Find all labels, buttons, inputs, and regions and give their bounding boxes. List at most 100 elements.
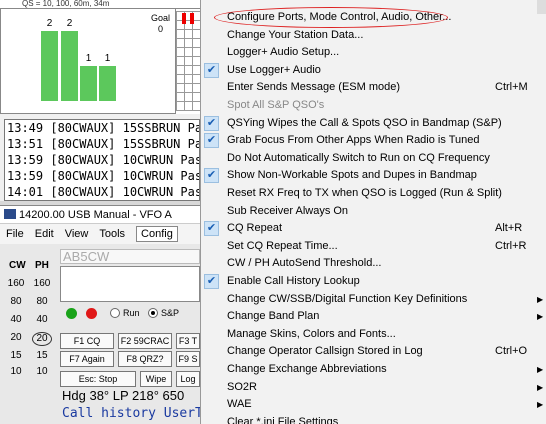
message-log: 13:49 [80CWAUX] 15SSBRUN Pa 13:51 [80CWAU… [4,119,200,201]
goal-label: Goal 0 [151,13,171,34]
cw-column-header: CW [9,260,26,271]
band-button-cw[interactable]: 15 [6,350,26,361]
band-button-cw[interactable]: 160 [6,278,26,289]
menu-item-label: Manage Skins, Colors and Fonts... [227,328,396,340]
score-bar-label: 2 [46,18,53,29]
menu-item-label: Spot All S&P QSO's [227,99,325,111]
log-line: 13:59 [80CWAUX] 10CWRUN Pas [7,153,200,167]
run-radio[interactable] [110,308,120,318]
menu-item[interactable]: Change Operator Callsign Stored in Log Ct… [201,343,546,360]
vfo-menu-tools[interactable]: Tools [99,228,125,240]
band-button-cw[interactable]: 40 [6,314,26,325]
menu-item[interactable]: Change CW/SSB/Digital Function Key Defin… [201,291,546,308]
vfo-menu-view[interactable]: View [65,228,89,240]
menu-item[interactable]: Change Your Station Data... [201,27,546,44]
menu-item-label: QSYing Wipes the Call & Spots QSO in Ban… [227,117,502,129]
menu-item[interactable]: Spot All S&P QSO's [201,97,546,114]
menu-item[interactable]: ✔ CQ Repeat Alt+R [201,220,546,237]
vfo-titlebar[interactable]: 14200.00 USB Manual - VFO A [0,206,200,224]
menu-item[interactable]: Change Band Plan ▶ [201,308,546,325]
score-bar-label: 2 [66,18,73,29]
function-key-button[interactable]: Esc: Stop [60,371,136,387]
heading-readout: Hdg 38° LP 218° 650 [62,388,185,403]
band-button-ph[interactable]: 20 [32,332,52,346]
submenu-arrow-icon: ▶ [537,400,544,409]
menu-item[interactable]: ✔ Use Logger+ Audio [201,62,546,79]
menu-scroll-arrow[interactable] [537,0,546,14]
menu-item-label: Change CW/SSB/Digital Function Key Defin… [227,293,468,305]
menu-item[interactable]: Logger+ Audio Setup... [201,44,546,61]
score-bar [41,31,58,101]
menu-item[interactable]: ✔ QSYing Wipes the Call & Spots QSO in Ba… [201,115,546,132]
function-key-button[interactable]: F3 T [176,333,200,349]
band-button-cw[interactable]: 10 [6,366,26,377]
band-button-ph[interactable]: 15 [32,350,52,361]
menu-item-label: SO2R [227,381,257,393]
band-button-ph[interactable]: 10 [32,366,52,377]
menu-item-label: Enable Call History Lookup [227,275,360,287]
function-key-button[interactable]: F1 CQ [60,333,114,349]
menu-item-label: Do Not Automatically Switch to Run on CQ… [227,152,490,164]
score-bar-label: 1 [85,53,92,64]
menu-item[interactable]: ✔ Grab Focus From Other Apps When Radio i… [201,132,546,149]
vfo-window: 14200.00 USB Manual - VFO A File Edit View… [0,205,211,424]
menu-item[interactable]: ✔ Show Non-Workable Spots and Dupes in Ba… [201,167,546,184]
ph-column-header: PH [35,260,49,271]
menu-item-label: Clear *.ini File Settings [227,416,339,424]
app-icon [4,209,16,219]
menu-item[interactable]: Set CQ Repeat Time... Ctrl+R [201,238,546,255]
menu-item[interactable]: Change Exchange Abbreviations ▶ [201,361,546,378]
status-led-green [66,308,77,319]
sp-radio[interactable] [148,308,158,318]
function-key-button[interactable]: Log [176,371,200,387]
vfo-menubar: File Edit View Tools Config [0,224,200,244]
menu-item[interactable]: Manage Skins, Colors and Fonts... [201,326,546,343]
menu-item-shortcut: Alt+R [495,222,523,234]
vfo-menu-config[interactable]: Config [136,226,178,242]
call-history-line: Call history UserTe [62,406,211,421]
vfo-title-text: 14200.00 USB Manual - VFO A [19,209,172,221]
exchange-input[interactable] [60,266,200,302]
bandmap-strip [176,8,200,114]
menu-item-label: CQ Repeat [227,222,283,234]
callsign-input[interactable]: AB5CW [60,249,200,264]
vfo-menu-file[interactable]: File [6,228,24,240]
menu-item-label: CW / PH AutoSend Threshold... [227,257,382,269]
menu-item-label: Use Logger+ Audio [227,64,321,76]
band-button-ph[interactable]: 80 [32,296,52,307]
menu-item-label: Change Exchange Abbreviations [227,363,387,375]
function-key-button[interactable]: Wipe [140,371,172,387]
menu-item-label: Enter Sends Message (ESM mode) [227,81,401,93]
menu-item[interactable]: Enter Sends Message (ESM mode) Ctrl+M [201,79,546,96]
menu-item[interactable]: Reset RX Freq to TX when QSO is Logged (… [201,185,546,202]
checkmark-icon: ✔ [204,274,219,289]
menu-item-shortcut: Ctrl+R [495,240,527,252]
menu-item[interactable]: Sub Receiver Always On [201,203,546,220]
band-button-ph[interactable]: 160 [32,278,52,289]
band-button-ph[interactable]: 40 [32,314,52,325]
checkmark-icon: ✔ [204,116,219,131]
function-key-button[interactable]: F2 59CRAC [118,333,172,349]
function-key-button[interactable]: F7 Again [60,351,114,367]
submenu-arrow-icon: ▶ [537,383,544,392]
menu-item-label: Change Your Station Data... [227,29,364,41]
menu-item-label: Logger+ Audio Setup... [227,46,340,58]
menu-item[interactable]: Do Not Automatically Switch to Run on CQ… [201,150,546,167]
function-key-button[interactable]: F8 QRZ? [118,351,172,367]
menu-item[interactable]: CW / PH AutoSend Threshold... [201,255,546,272]
function-key-button[interactable]: F9 S [176,351,200,367]
menu-item[interactable]: Clear *.ini File Settings [201,414,546,424]
band-button-cw[interactable]: 80 [6,296,26,307]
status-led-red [86,308,97,319]
menu-item[interactable]: Configure Ports, Mode Control, Audio, Ot… [201,9,546,26]
vfo-menu-edit[interactable]: Edit [35,228,54,240]
top-status-strip: QS = 10, 100, 60m, 34m [0,0,200,8]
checkmark-icon: ✔ [204,63,219,78]
menu-item[interactable]: ✔ Enable Call History Lookup [201,273,546,290]
spot-marker [190,13,194,24]
menu-item[interactable]: WAE ▶ [201,396,546,413]
log-line: 13:59 [80CWAUX] 10CWRUN Pas [7,169,200,183]
menu-item-label: Show Non-Workable Spots and Dupes in Ban… [227,169,477,181]
menu-item[interactable]: SO2R ▶ [201,379,546,396]
band-button-cw[interactable]: 20 [6,332,26,343]
